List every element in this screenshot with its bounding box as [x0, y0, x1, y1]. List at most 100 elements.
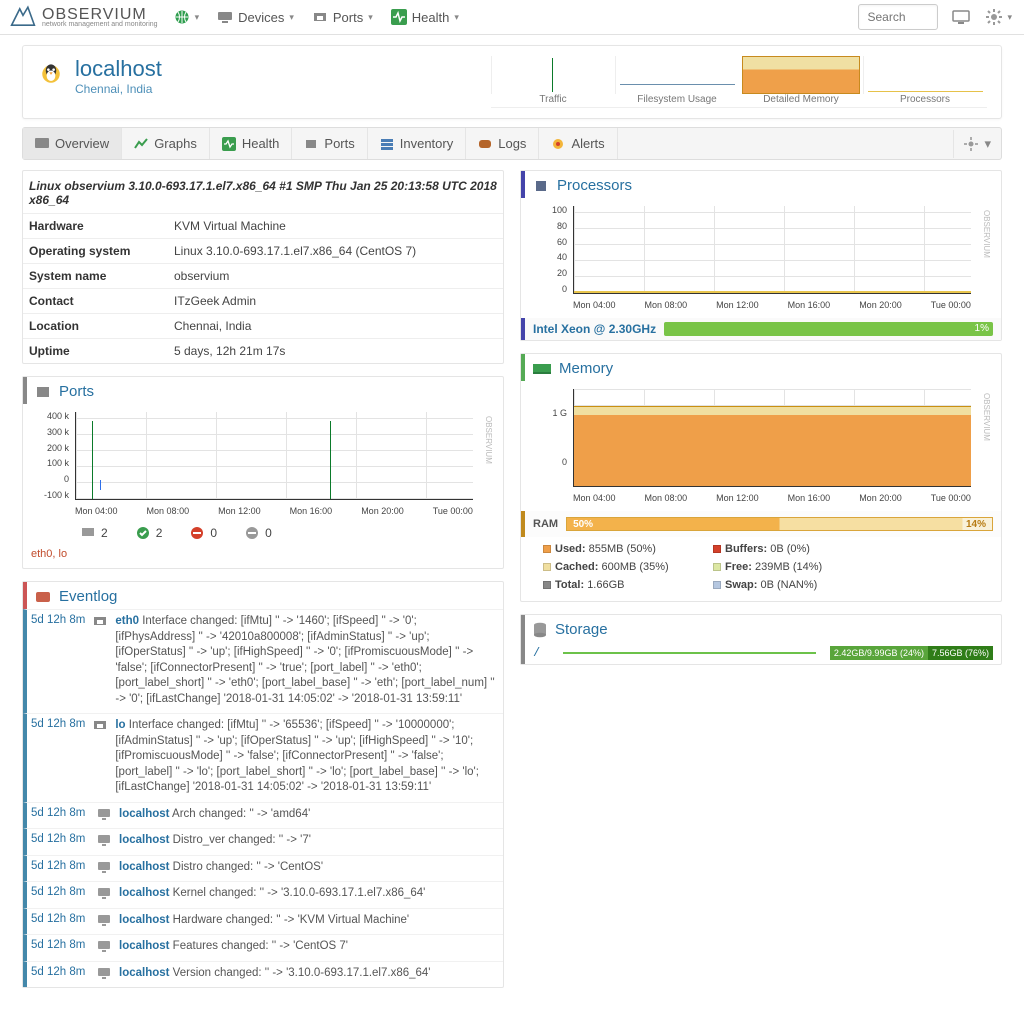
search-input[interactable] [858, 4, 938, 30]
memory-stats: Used: 855MB (50%) Buffers: 0B (0%) Cache… [521, 537, 1001, 601]
memory-panel: Memory 1 G0 Mon 04:00Mon 08:00Mon 12:00M… [520, 353, 1002, 602]
settings-menu[interactable]: ▾ [984, 5, 1014, 29]
eventlog-panel: Eventlog 5d 12h 8meth0 Interface changed… [22, 581, 504, 988]
event-time: 5d 12h 8m [31, 833, 89, 845]
host-icon [97, 939, 111, 953]
event-subject: localhost [119, 861, 169, 873]
device-hostname[interactable]: localhost [75, 56, 162, 82]
brand-logo[interactable]: OBSERVIUM network management and monitor… [10, 4, 158, 30]
storage-bar: 2.42GB/9.99GB (24%) 7.56GB (76%) [830, 646, 993, 660]
storage-row[interactable]: / 2.42GB/9.99GB (24%) 7.56GB (76%) [521, 642, 1001, 664]
eventlog-row[interactable]: 5d 12h 8mlo Interface changed: [ifMtu] '… [23, 713, 503, 802]
tab-health[interactable]: Health [210, 128, 293, 159]
host-icon [97, 833, 111, 847]
event-subject: localhost [119, 914, 169, 926]
nav-ports[interactable]: Ports▾ [310, 6, 375, 29]
host-icon [97, 807, 111, 821]
eventlog-title: Eventlog [59, 588, 117, 605]
nav-health[interactable]: Health▾ [389, 5, 461, 29]
ports-stats: 2 2 0 0 [23, 524, 503, 546]
event-time: 5d 12h 8m [31, 718, 85, 730]
tab-ports[interactable]: Ports [292, 128, 367, 159]
host-icon [97, 966, 111, 980]
ports-panel: Ports 400 k300 k200 k100 k0-100 k Mon 04… [22, 376, 504, 569]
event-time: 5d 12h 8m [31, 913, 89, 925]
event-subject: localhost [119, 808, 169, 820]
host-icon [97, 886, 111, 900]
brand-tagline: network management and monitoring [42, 21, 158, 28]
tab-inventory[interactable]: Inventory [368, 128, 466, 159]
cpu-icon [533, 178, 549, 194]
cpu-row[interactable]: Intel Xeon @ 2.30GHz 1% [521, 318, 1001, 340]
nav-devices[interactable]: Devices▾ [215, 6, 296, 29]
ram-bar: 50%14% [566, 517, 993, 531]
eventlog-row[interactable]: 5d 12h 8mlocalhost Arch changed: '' -> '… [23, 802, 503, 829]
port-down-icon [190, 526, 204, 540]
eventlog-row[interactable]: 5d 12h 8mlocalhost Hardware changed: '' … [23, 908, 503, 935]
system-uname: Linux observium 3.10.0-693.17.1.el7.x86_… [23, 171, 503, 213]
system-panel: Linux observium 3.10.0-693.17.1.el7.x86_… [22, 170, 504, 364]
nav-devices-label: Devices [238, 10, 284, 25]
event-subject: localhost [119, 834, 169, 846]
ports-icon [35, 385, 51, 399]
storage-icon [533, 622, 547, 638]
memory-chart[interactable]: 1 G0 Mon 04:00Mon 08:00Mon 12:00Mon 16:0… [527, 385, 995, 505]
device-location[interactable]: Chennai, India [75, 82, 162, 96]
host-icon [97, 913, 111, 927]
linux-icon [37, 60, 65, 88]
info-row: Uptime5 days, 12h 21m 17s [23, 338, 503, 363]
tab-graphs[interactable]: Graphs [122, 128, 210, 159]
eventlog-row[interactable]: 5d 12h 8mlocalhost Distro changed: '' ->… [23, 855, 503, 882]
info-row: LocationChennai, India [23, 313, 503, 338]
eventlog-row[interactable]: 5d 12h 8mlocalhost Distro_ver changed: '… [23, 828, 503, 855]
eventlog-row[interactable]: 5d 12h 8mlocalhost Features changed: '' … [23, 934, 503, 961]
memory-title: Memory [559, 360, 613, 377]
ram-row[interactable]: RAM 50%14% [521, 511, 1001, 537]
top-nav: OBSERVIUM network management and monitor… [0, 0, 1024, 35]
event-time: 5d 12h 8m [31, 939, 89, 951]
info-row: System nameobservium [23, 263, 503, 288]
event-time: 5d 12h 8m [31, 886, 89, 898]
eventlog-row[interactable]: 5d 12h 8meth0 Interface changed: [ifMtu]… [23, 609, 503, 713]
ports-chart[interactable]: 400 k300 k200 k100 k0-100 k Mon 04:00Mon… [29, 408, 497, 518]
event-subject: eth0 [115, 615, 139, 627]
display-icon[interactable] [952, 10, 970, 24]
storage-title: Storage [555, 621, 608, 638]
eventlog-row[interactable]: 5d 12h 8mlocalhost Kernel changed: '' ->… [23, 881, 503, 908]
port-shutdown-icon [245, 526, 259, 540]
processors-panel: Processors 100806040200 Mon 04:00Mon 08:… [520, 170, 1002, 341]
thumb-memory[interactable]: Detailed Memory [739, 56, 863, 108]
tab-logs[interactable]: Logs [466, 128, 539, 159]
caret-down-icon: ▾ [195, 12, 200, 23]
tab-overview[interactable]: Overview [23, 128, 122, 159]
device-tabs: Overview Graphs Health Ports Inventory L… [22, 127, 1002, 160]
ports-title: Ports [59, 383, 94, 400]
event-subject: localhost [119, 967, 169, 979]
event-time: 5d 12h 8m [31, 860, 89, 872]
thumb-filesystem[interactable]: Filesystem Usage [615, 56, 739, 108]
info-row: Operating systemLinux 3.10.0-693.17.1.el… [23, 238, 503, 263]
globe-menu[interactable]: ▾ [172, 5, 202, 29]
event-subject: lo [115, 719, 125, 731]
eventlog-row[interactable]: 5d 12h 8mlocalhost Version changed: '' -… [23, 961, 503, 988]
port-icon [93, 614, 107, 628]
processors-chart[interactable]: 100806040200 Mon 04:00Mon 08:00Mon 12:00… [527, 202, 995, 312]
tab-settings[interactable]: ▾ [953, 130, 1001, 158]
event-subject: localhost [119, 940, 169, 952]
port-icon [93, 718, 107, 732]
storage-panel: Storage / 2.42GB/9.99GB (24%) 7.56GB (76… [520, 614, 1002, 665]
memory-icon [533, 364, 551, 374]
event-time: 5d 12h 8m [31, 807, 89, 819]
nav-ports-label: Ports [333, 10, 363, 25]
info-row: HardwareKVM Virtual Machine [23, 213, 503, 238]
event-time: 5d 12h 8m [31, 966, 89, 978]
cpu-name: Intel Xeon @ 2.30GHz [533, 322, 656, 336]
tab-alerts[interactable]: Alerts [539, 128, 617, 159]
port-links[interactable]: eth0, lo [23, 546, 503, 568]
thumb-processors[interactable]: Processors [863, 56, 987, 108]
cpu-bar: 1% [664, 322, 993, 336]
port-up-icon [136, 526, 150, 540]
thumb-traffic[interactable]: Traffic [491, 56, 615, 108]
port-total-icon [81, 526, 95, 540]
device-header: localhost Chennai, India Traffic Filesys… [22, 45, 1002, 119]
